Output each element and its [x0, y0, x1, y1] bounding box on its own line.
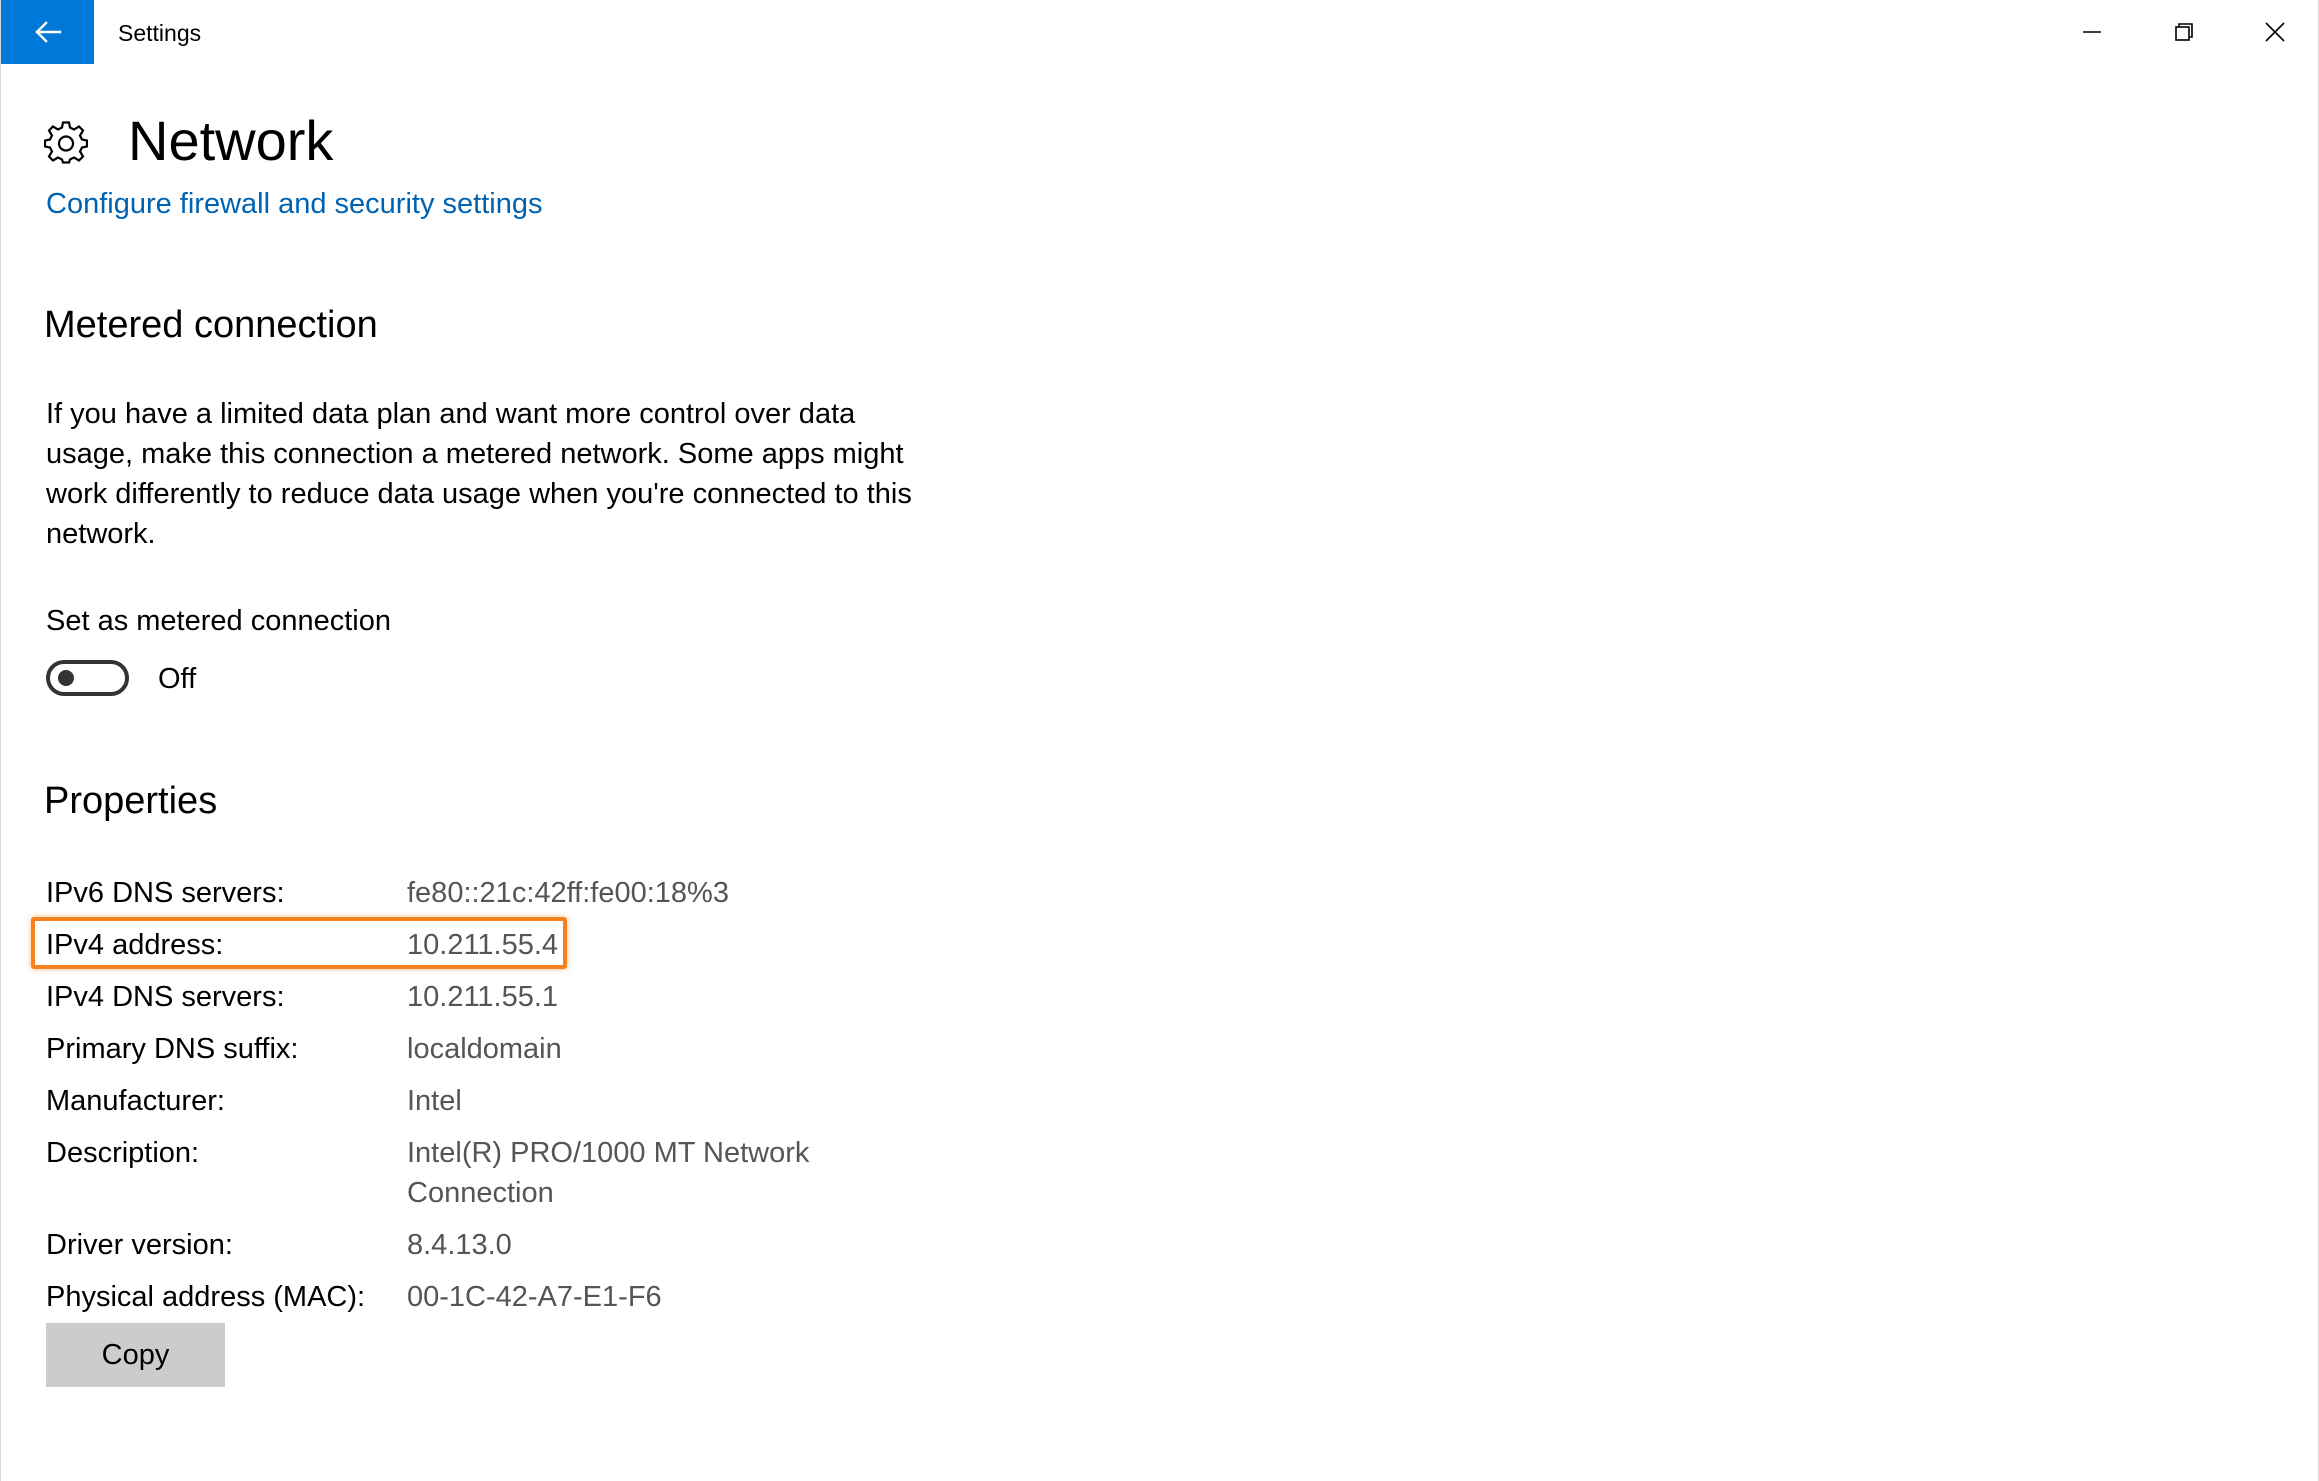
property-value: localdomain [407, 1033, 562, 1065]
title-bar: Settings [1, 0, 2318, 64]
property-value: 8.4.13.0 [407, 1229, 512, 1261]
property-value: Intel(R) PRO/1000 MT Network Connection [407, 1137, 810, 1209]
property-value: Intel [407, 1085, 462, 1117]
settings-window: Settings Network Configure firewall and … [0, 0, 2319, 1481]
copy-button[interactable]: Copy [46, 1323, 225, 1387]
metered-toggle[interactable] [46, 660, 129, 696]
arrow-left-icon [34, 21, 61, 43]
gear-icon [44, 121, 88, 164]
metered-toggle-state: Off [158, 663, 197, 695]
property-label: Physical address (MAC): [46, 1281, 366, 1313]
window-title: Settings [118, 20, 202, 46]
metered-description: If you have a limited data plan and want… [46, 398, 912, 550]
metered-toggle-label: Set as metered connection [46, 605, 391, 637]
property-label: Driver version: [46, 1229, 233, 1261]
close-icon [2265, 22, 2285, 42]
minimize-icon [2083, 31, 2101, 33]
restore-icon [2175, 23, 2193, 41]
property-value: fe80::21c:42ff:fe00:18%3 [407, 877, 729, 909]
firewall-settings-link[interactable]: Configure firewall and security settings [46, 185, 542, 223]
toggle-knob [58, 670, 74, 686]
properties-heading: Properties [44, 780, 218, 822]
property-label: IPv4 DNS servers: [46, 981, 285, 1013]
property-label: Description: [46, 1137, 200, 1169]
back-button[interactable] [1, 0, 94, 64]
minimize-button[interactable] [2046, 0, 2138, 64]
property-label: Primary DNS suffix: [46, 1033, 299, 1065]
page-title: Network [128, 109, 334, 172]
property-value: 00-1C-42-A7-E1-F6 [407, 1281, 662, 1313]
restore-button[interactable] [2138, 0, 2230, 64]
close-button[interactable] [2229, 0, 2319, 64]
property-label: IPv6 DNS servers: [46, 877, 285, 909]
property-label: Manufacturer: [46, 1085, 225, 1117]
property-value: 10.211.55.1 [407, 981, 559, 1013]
metered-connection-heading: Metered connection [44, 304, 378, 346]
ipv4-address-highlight [31, 917, 567, 969]
